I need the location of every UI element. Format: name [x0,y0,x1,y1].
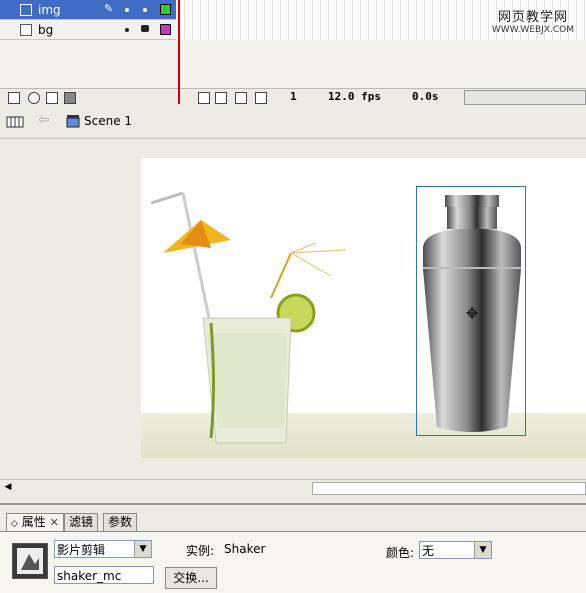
instance-name-value: shaker_mc [57,569,122,583]
tab-properties[interactable]: ◇ 属性 ✕ [6,513,64,531]
timeline-toggle-icon[interactable] [6,114,24,130]
stage-horizontal-scrollbar[interactable]: ◀ [0,479,586,496]
cocktail-glass-image [150,191,347,444]
watermark-title: 网页教学网 [497,10,568,25]
visibility-dot[interactable] [125,28,129,32]
tab-label: 属性 [21,515,46,529]
instance-name-input[interactable]: shaker_mc [54,566,154,584]
properties-body: 影片剪辑 ▼ 实例: Shaker 颜色: 无 ▼ shaker_mc 交换..… [0,531,586,593]
layer-icon [20,24,32,36]
layer-name: img [38,2,61,17]
playhead[interactable] [178,0,180,104]
layer-icon [20,4,32,16]
symbol-type-value: 影片剪辑 [57,543,106,557]
onion-outline-icon[interactable] [235,92,247,104]
lock-dot[interactable] [143,8,147,12]
new-folder-icon[interactable] [46,92,58,104]
shaker-selection-box[interactable] [416,186,526,436]
color-effect-value: 无 [422,544,435,558]
watermark: 网页教学网 WWW.WEBJX.COM [492,6,574,35]
swap-button[interactable]: 交换... [165,567,217,589]
shaker-image [423,195,521,432]
layer-name: bg [38,22,54,37]
watermark-url: WWW.WEBJX.COM [491,25,574,35]
current-frame: 1 [290,90,297,103]
stage[interactable] [141,158,586,458]
new-layer-icon[interactable] [8,92,20,104]
edit-bar: ⇦ Scene 1 [0,106,586,139]
scrollbar-thumb[interactable] [312,482,586,495]
lock-icon[interactable] [141,25,149,32]
center-frame-icon[interactable] [198,92,210,104]
layer-row-img[interactable]: img ✎ [0,0,176,20]
close-icon[interactable]: ✕ [50,516,59,529]
visibility-dot[interactable] [125,8,129,12]
chevron-down-icon[interactable]: ▼ [474,542,491,558]
instance-value: Shaker [224,542,266,556]
layer-row-bg[interactable]: bg [0,20,176,40]
symbol-type-select[interactable]: 影片剪辑 ▼ [54,540,152,558]
back-arrow-icon[interactable]: ⇦ [38,112,50,128]
timeline-scrollbar[interactable] [464,90,586,105]
color-label: 颜色: [386,546,415,560]
chevron-down-icon[interactable]: ▼ [134,541,151,557]
outline-color-box[interactable] [160,4,171,15]
tab-label: 滤镜 [69,515,94,529]
motion-guide-icon[interactable] [28,92,40,104]
scene-clapper-icon [66,115,80,128]
onion-skin-icon[interactable] [215,92,227,104]
elapsed-time: 0.0s [412,90,439,103]
color-effect-select[interactable]: 无 ▼ [419,541,492,559]
frame-rate: 12.0 fps [328,90,381,103]
instance-label: 实例: [186,544,215,558]
scroll-left-arrow-icon[interactable]: ◀ [2,482,14,493]
trash-icon[interactable] [64,92,76,104]
scene-label[interactable]: Scene 1 [84,114,132,128]
edit-multiple-frames-icon[interactable] [255,92,267,104]
frame-grid-empty [177,40,586,88]
tab-parameters[interactable]: 参数 [103,513,138,531]
collapse-icon[interactable]: ◇ [11,519,18,529]
movie-clip-symbol-icon [12,543,48,579]
properties-panel: ◇ 属性 ✕ 滤镜 参数 影片剪辑 ▼ 实例: Shaker 颜色: 无 ▼ s… [0,503,586,593]
outline-color-box[interactable] [160,24,171,35]
tab-label: 参数 [108,515,133,529]
tab-filters[interactable]: 滤镜 [64,513,99,531]
pencil-icon: ✎ [104,2,114,15]
